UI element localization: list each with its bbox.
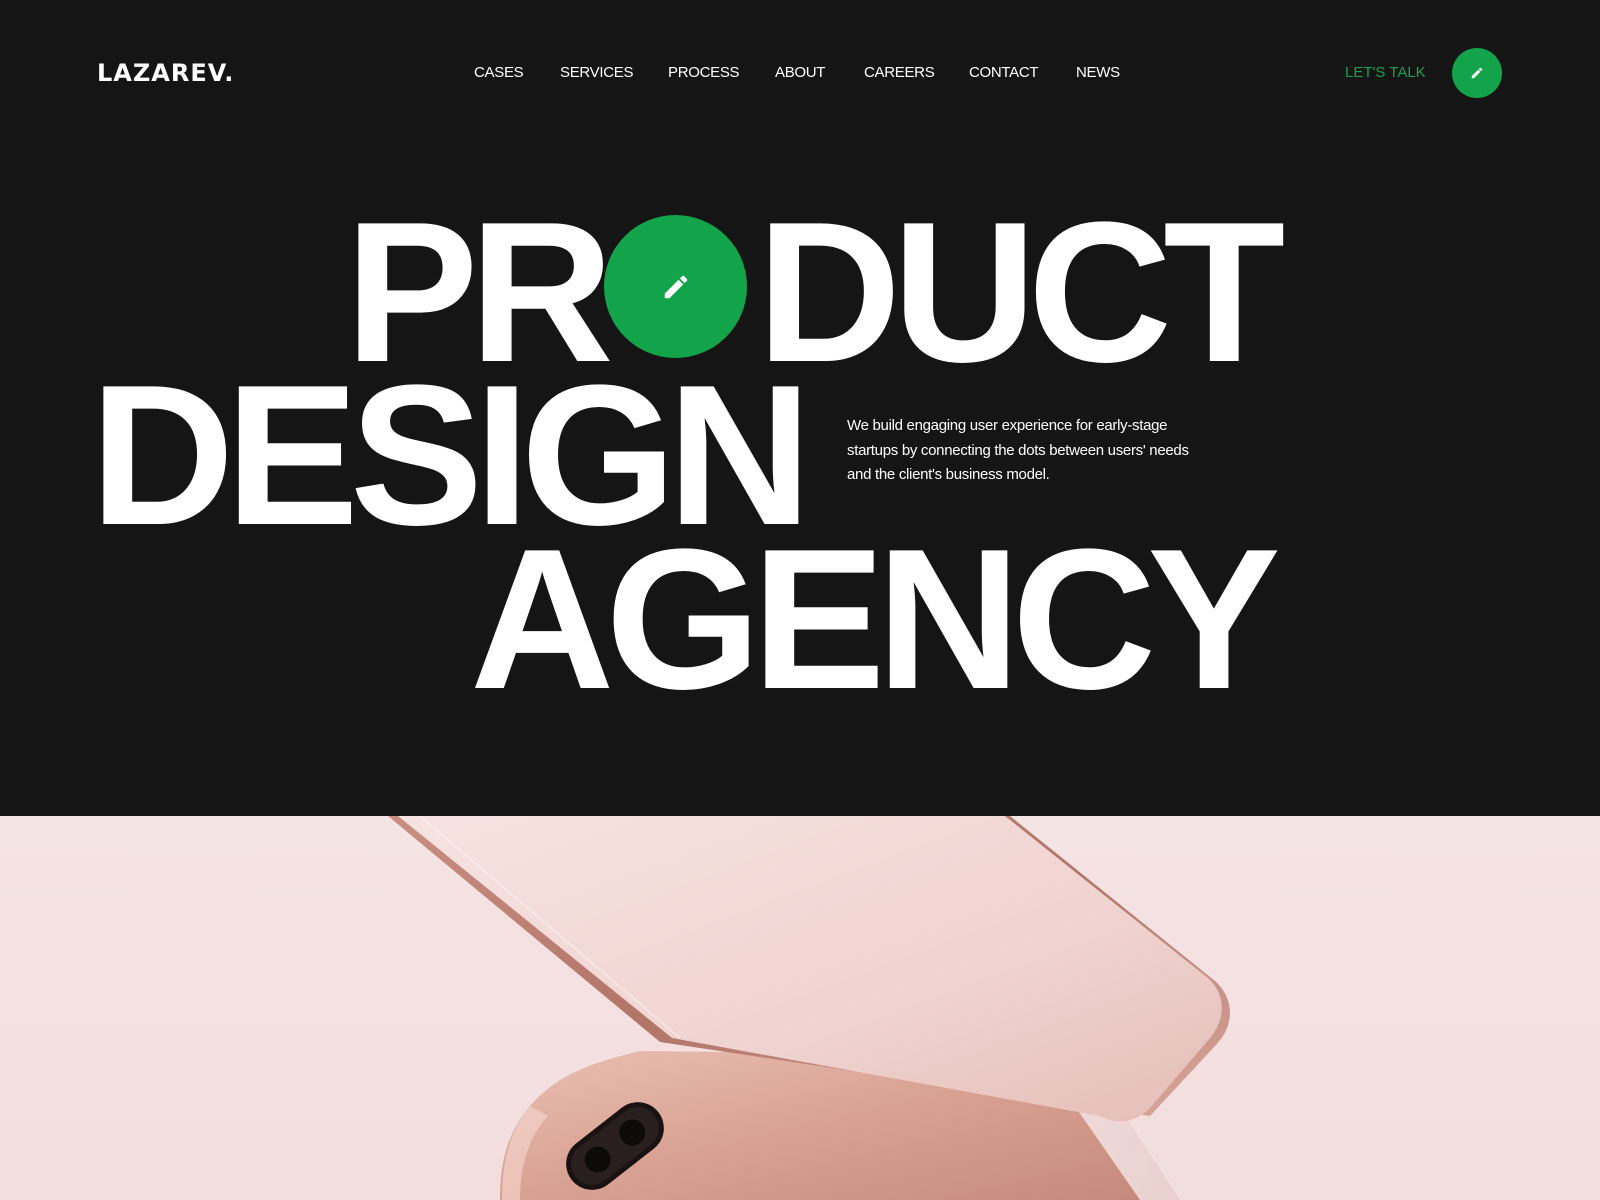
pencil-icon bbox=[1471, 67, 1483, 79]
nav-item-about[interactable]: ABOUT bbox=[775, 62, 864, 84]
nav-item-contact[interactable]: CONTACT bbox=[969, 62, 1076, 84]
nav-item-process[interactable]: PROCESS bbox=[668, 62, 775, 84]
phone-image bbox=[388, 816, 1230, 1200]
pencil-icon bbox=[664, 275, 687, 298]
headline-line-3: AGENCY bbox=[470, 508, 1281, 731]
headline-word-duct: DUCT bbox=[756, 181, 1285, 404]
nav-item-news[interactable]: NEWS bbox=[1076, 62, 1120, 84]
hero-tagline: We build engaging user experience for ea… bbox=[847, 417, 1189, 483]
main-nav: CASES SERVICES PROCESS ABOUT CAREERS CON… bbox=[474, 62, 1120, 84]
nav-item-careers[interactable]: CAREERS bbox=[864, 62, 969, 84]
lets-talk-link[interactable]: LET'S TALK bbox=[1345, 62, 1426, 84]
hero-section: LAZAREV. CASES SERVICES PROCESS ABOUT CA… bbox=[0, 0, 1600, 816]
nav-item-services[interactable]: SERVICES bbox=[560, 62, 668, 84]
headline-o-circle bbox=[604, 215, 747, 358]
showcase-section bbox=[0, 816, 1600, 1200]
nav-item-cases[interactable]: CASES bbox=[474, 62, 560, 84]
lets-talk-button[interactable] bbox=[1452, 48, 1502, 98]
brand-logo[interactable]: LAZAREV. bbox=[97, 58, 234, 88]
